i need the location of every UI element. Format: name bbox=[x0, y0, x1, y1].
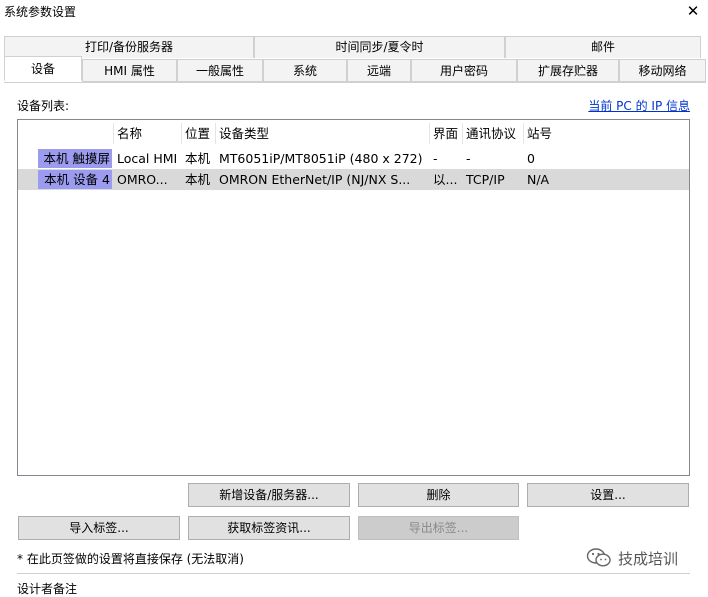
cell-location: 本机 bbox=[185, 151, 211, 166]
wechat-icon bbox=[586, 548, 611, 567]
pc-ip-info-link[interactable]: 当前 PC 的 IP 信息 bbox=[588, 97, 690, 114]
column-separator bbox=[429, 123, 430, 144]
get-tag-info-button[interactable]: 获取标签资讯... bbox=[188, 516, 350, 540]
column-header-protocol[interactable]: 通讯协议 bbox=[462, 123, 523, 144]
autosave-note: * 在此页签做的设置将直接保存 (无法取消) bbox=[17, 552, 244, 566]
cell-device-type: OMRON EtherNet/IP (NJ/NX S... bbox=[219, 172, 411, 187]
tab-email[interactable]: 邮件 bbox=[505, 36, 701, 58]
tab-strip: 打印/备份服务器 时间同步/夏令时 邮件 设备 HMI 属性 一般属性 系统 远… bbox=[0, 36, 708, 82]
tab-time-sync[interactable]: 时间同步/夏令时 bbox=[254, 36, 505, 58]
column-header-station[interactable]: 站号 bbox=[523, 123, 593, 144]
column-header-name[interactable]: 名称 bbox=[113, 123, 181, 144]
tab-device[interactable]: 设备 bbox=[4, 56, 82, 81]
column-header-location[interactable]: 位置 bbox=[181, 123, 215, 144]
tab-row-back: 打印/备份服务器 时间同步/夏令时 邮件 bbox=[4, 36, 701, 58]
column-header-interface[interactable]: 界面 bbox=[429, 123, 462, 144]
device-list[interactable]: 名称 位置 设备类型 界面 通讯协议 站号 本机 触摸屏 Local HMI 本… bbox=[17, 119, 690, 476]
tab-user-password[interactable]: 用户密码 bbox=[411, 59, 517, 82]
row-header: 本机 设备 4 bbox=[38, 170, 112, 189]
row-header: 本机 触摸屏 bbox=[38, 149, 112, 168]
cell-name: OMRO... bbox=[117, 172, 168, 187]
device-list-label: 设备列表: bbox=[17, 99, 70, 113]
cell-protocol: - bbox=[466, 151, 471, 166]
device-list-header: 名称 位置 设备类型 界面 通讯协议 站号 bbox=[18, 123, 689, 144]
tab-print-backup-server[interactable]: 打印/备份服务器 bbox=[4, 36, 254, 58]
cell-location: 本机 bbox=[185, 172, 211, 187]
tab-remote[interactable]: 远端 bbox=[347, 59, 411, 82]
window-title: 系统参数设置 bbox=[4, 5, 77, 19]
tab-hmi-properties[interactable]: HMI 属性 bbox=[82, 59, 177, 82]
export-tags-button[interactable]: 导出标签... bbox=[358, 516, 519, 540]
cell-interface: - bbox=[433, 151, 438, 166]
divider bbox=[17, 573, 690, 574]
import-tags-button[interactable]: 导入标签... bbox=[18, 516, 180, 540]
cell-name: Local HMI bbox=[117, 151, 178, 166]
column-header-device-type[interactable]: 设备类型 bbox=[215, 123, 429, 144]
close-icon: ✕ bbox=[686, 2, 700, 20]
add-device-server-button[interactable]: 新增设备/服务器... bbox=[188, 483, 350, 507]
tab-general-properties[interactable]: 一般属性 bbox=[177, 59, 263, 82]
tab-extended-memory[interactable]: 扩展存贮器 bbox=[517, 59, 619, 82]
column-separator bbox=[181, 123, 182, 144]
cell-station: 0 bbox=[527, 151, 535, 166]
column-separator bbox=[113, 123, 114, 144]
watermark-text: 技成培训 bbox=[618, 549, 679, 568]
column-separator bbox=[462, 123, 463, 144]
tab-row-front: 设备 HMI 属性 一般属性 系统 远端 用户密码 扩展存贮器 移动网络 bbox=[4, 56, 706, 82]
watermark: 技成培训 bbox=[586, 546, 678, 570]
cell-station: N/A bbox=[527, 172, 550, 187]
table-row[interactable]: 本机 触摸屏 Local HMI 本机 MT6051iP/MT8051iP (4… bbox=[18, 148, 689, 169]
cell-interface: 以... bbox=[433, 172, 458, 187]
cell-device-type: MT6051iP/MT8051iP (480 x 272) bbox=[219, 151, 423, 166]
tab-system[interactable]: 系统 bbox=[263, 59, 347, 82]
close-button[interactable]: ✕ bbox=[680, 0, 706, 24]
title-bar: 系统参数设置 ✕ bbox=[0, 0, 708, 26]
column-separator bbox=[523, 123, 524, 144]
delete-button[interactable]: 删除 bbox=[358, 483, 519, 507]
tab-mobile-network[interactable]: 移动网络 bbox=[619, 59, 706, 82]
cell-protocol: TCP/IP bbox=[466, 172, 505, 187]
settings-button[interactable]: 设置... bbox=[527, 483, 689, 507]
column-separator bbox=[215, 123, 216, 144]
table-row-selected[interactable]: 本机 设备 4 OMRO... 本机 OMRON EtherNet/IP (NJ… bbox=[18, 169, 689, 190]
